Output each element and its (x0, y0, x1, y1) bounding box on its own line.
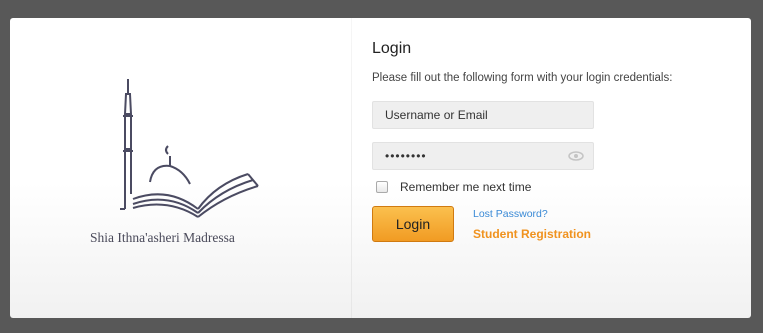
login-card: Shia Ithna'asheri Madressa Login Please … (10, 18, 751, 318)
mosque-book-logo (120, 79, 259, 218)
lost-password-link[interactable]: Lost Password? (473, 208, 548, 220)
form-subtitle: Please fill out the following form with … (372, 72, 673, 84)
remember-label: Remember me next time (400, 180, 532, 194)
panel-divider (351, 18, 352, 318)
student-registration-link[interactable]: Student Registration (473, 227, 591, 241)
remember-me[interactable]: Remember me next time (376, 180, 531, 194)
eye-icon[interactable] (568, 151, 584, 161)
remember-checkbox[interactable] (376, 181, 388, 193)
login-button[interactable]: Login (372, 206, 454, 242)
username-input[interactable] (372, 101, 594, 129)
logo-area: Shia Ithna'asheri Madressa (10, 18, 351, 318)
login-form: Login Please fill out the following form… (372, 18, 742, 318)
password-input[interactable] (372, 142, 594, 170)
form-title: Login (372, 40, 412, 57)
brand-name: Shia Ithna'asheri Madressa (90, 230, 235, 245)
